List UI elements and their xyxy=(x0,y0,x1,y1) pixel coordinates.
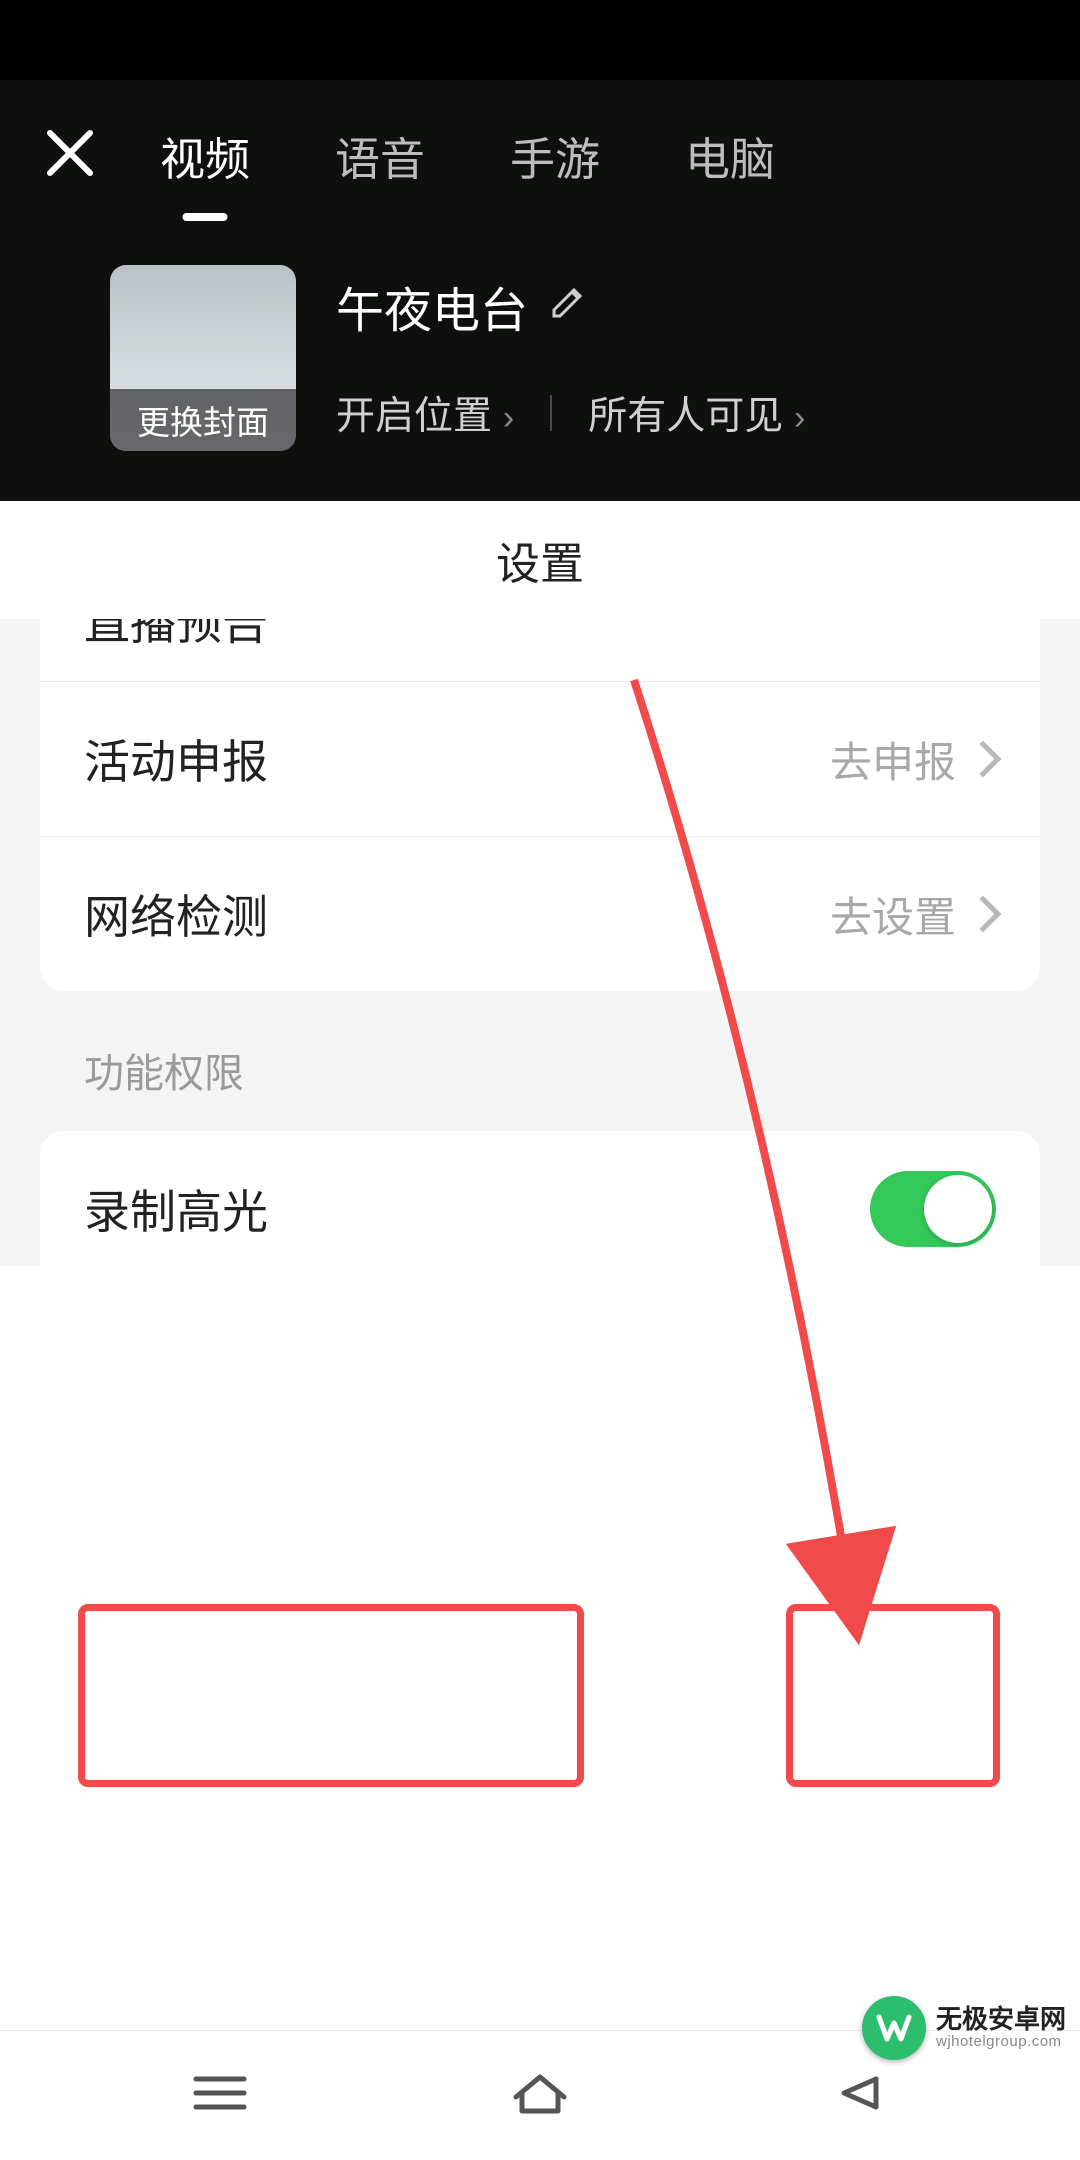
nav-recents-icon[interactable] xyxy=(186,2067,254,2124)
broadcast-setup-header: 视频 语音 手游 电脑 更换封面 午夜电台 开启位置 › xyxy=(0,80,1080,501)
tab-audio[interactable]: 语音 xyxy=(335,115,425,196)
visibility-toggle[interactable]: 所有人可见 › xyxy=(588,385,805,441)
settings-panel: 设置 直播预告 活动申报 去申报 网络检测 去设置 功能权限 录 xyxy=(0,501,1080,1266)
room-title: 午夜电台 xyxy=(336,271,528,341)
status-bar xyxy=(0,0,1080,80)
location-toggle[interactable]: 开启位置 › xyxy=(336,385,514,441)
chevron-right-icon xyxy=(965,741,1002,778)
chevron-right-icon xyxy=(965,896,1002,933)
tab-pc[interactable]: 电脑 xyxy=(685,115,775,196)
settings-group-permissions: 录制高光 直播付费功能 已全部开启 允许观众查看他人资料 关闭后，主播和管理员仍… xyxy=(40,1131,1040,1266)
tab-video[interactable]: 视频 xyxy=(160,115,250,196)
change-cover-label: 更换封面 xyxy=(110,389,296,451)
watermark-logo-icon xyxy=(862,1996,926,2060)
watermark: 无极安卓网wjhotelgroup.com xyxy=(862,1996,1066,2060)
row-activity-report[interactable]: 活动申报 去申报 xyxy=(40,681,1040,836)
cover-thumbnail[interactable]: 更换封面 xyxy=(110,265,296,451)
broadcast-type-tabs: 视频 语音 手游 电脑 xyxy=(160,115,775,196)
row-network-check[interactable]: 网络检测 去设置 xyxy=(40,836,1040,991)
edit-icon[interactable] xyxy=(548,279,588,334)
row-record-highlight: 录制高光 xyxy=(40,1131,1040,1266)
tab-mobile-game[interactable]: 手游 xyxy=(510,115,600,196)
close-icon[interactable] xyxy=(45,128,95,183)
nav-back-icon[interactable] xyxy=(826,2067,894,2124)
divider xyxy=(550,395,552,431)
panel-title: 设置 xyxy=(0,501,1080,619)
row-broadcast-preview[interactable]: 直播预告 xyxy=(40,619,1040,681)
section-title-permissions: 功能权限 xyxy=(0,991,1080,1131)
nav-home-icon[interactable] xyxy=(506,2067,574,2124)
toggle-record-highlight[interactable] xyxy=(870,1171,996,1247)
settings-group-general: 直播预告 活动申报 去申报 网络检测 去设置 xyxy=(40,619,1040,991)
